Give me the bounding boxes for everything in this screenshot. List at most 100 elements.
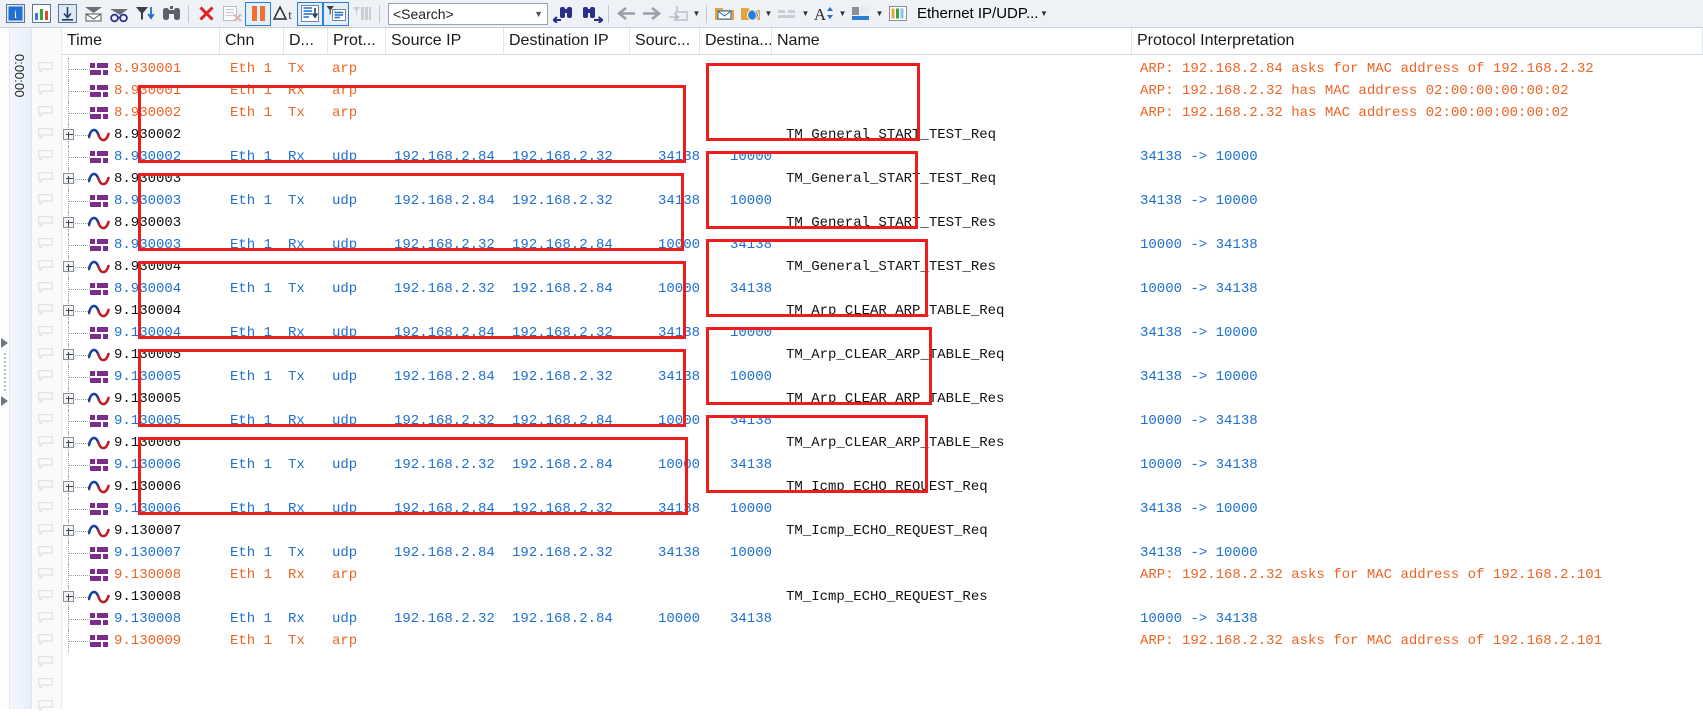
- scroll-to-end-icon[interactable]: [297, 1, 323, 26]
- table-row[interactable]: 9.130008 TM_Icmp_ECHO_REQUEST_Res: [62, 586, 1703, 608]
- table-row[interactable]: 8.930002 Eth 1 Tx arp ARP: 192.168.2.32 has …: [62, 102, 1703, 124]
- clear-list-icon[interactable]: [219, 2, 245, 26]
- column-header-chn[interactable]: Chn: [220, 28, 284, 54]
- comment-marker-gutter[interactable]: [32, 28, 62, 713]
- table-row[interactable]: 9.130006 Eth 1 Rx udp 192.168.2.84 192.168.2.…: [62, 498, 1703, 520]
- table-row[interactable]: 8.930002 TM_General_START_TEST_Req: [62, 124, 1703, 146]
- comment-marker-icon[interactable]: [37, 544, 54, 559]
- expand-plus-icon[interactable]: [63, 481, 74, 492]
- pause-icon[interactable]: [245, 1, 271, 26]
- column-header-dir[interactable]: D...: [284, 28, 328, 54]
- column-header-name[interactable]: Name: [772, 28, 1132, 54]
- expand-marker-bottom-icon[interactable]: [1, 396, 8, 406]
- comment-marker-icon[interactable]: [37, 60, 54, 75]
- table-row[interactable]: 9.130004 TM_Arp_CLEAR_ARP_TABLE_Req: [62, 300, 1703, 322]
- column-header-src_ip[interactable]: Source IP: [386, 28, 504, 54]
- comment-marker-icon[interactable]: [37, 148, 54, 163]
- comment-marker-icon[interactable]: [37, 610, 54, 625]
- column-header-interp[interactable]: Protocol Interpretation: [1132, 28, 1703, 54]
- row-height-icon[interactable]: [774, 2, 800, 26]
- find-next-icon[interactable]: [578, 2, 604, 26]
- glasses-icon[interactable]: [106, 2, 132, 26]
- table-row[interactable]: 9.130007 TM_Icmp_ECHO_REQUEST_Req: [62, 520, 1703, 542]
- row-height-caret-icon[interactable]: ▼: [800, 2, 811, 26]
- comment-marker-icon[interactable]: [37, 236, 54, 251]
- find-previous-icon[interactable]: [552, 2, 578, 26]
- goto-dropdown-caret-icon[interactable]: ▼: [691, 2, 702, 26]
- table-row[interactable]: 9.130007 Eth 1 Tx udp 192.168.2.84 192.168.2.…: [62, 542, 1703, 564]
- table-row[interactable]: 8.930004 Eth 1 Tx udp 192.168.2.32 192.168.2.…: [62, 278, 1703, 300]
- trace-grid[interactable]: 8.930001 Eth 1 Tx arp ARP: 192.168.2.84 asks…: [62, 55, 1703, 709]
- comment-marker-icon[interactable]: [37, 324, 54, 339]
- comment-marker-icon[interactable]: [37, 104, 54, 119]
- comment-marker-icon[interactable]: [37, 280, 54, 295]
- table-row[interactable]: 9.130006 TM_Icmp_ECHO_REQUEST_Req: [62, 476, 1703, 498]
- table-row[interactable]: 8.930003 TM_General_START_TEST_Res: [62, 212, 1703, 234]
- comment-marker-icon[interactable]: [37, 192, 54, 207]
- import-icon[interactable]: [54, 2, 80, 26]
- layout-caret-icon[interactable]: ▼: [874, 2, 885, 26]
- column-header-proto[interactable]: Prot...: [328, 28, 386, 54]
- comment-marker-icon[interactable]: [37, 170, 54, 185]
- expand-plus-icon[interactable]: [63, 173, 74, 184]
- table-row[interactable]: 9.130006 Eth 1 Tx udp 192.168.2.32 192.168.2.…: [62, 454, 1703, 476]
- comment-marker-icon[interactable]: [37, 214, 54, 229]
- table-row[interactable]: 8.930001 Eth 1 Rx arp ARP: 192.168.2.32 has …: [62, 80, 1703, 102]
- table-row[interactable]: 8.930003 TM_General_START_TEST_Req: [62, 168, 1703, 190]
- table-row[interactable]: 9.130005 Eth 1 Rx udp 192.168.2.32 192.168.2.…: [62, 410, 1703, 432]
- table-row[interactable]: 8.930001 Eth 1 Tx arp ARP: 192.168.2.84 asks…: [62, 58, 1703, 80]
- statistics-icon[interactable]: [28, 2, 54, 26]
- expand-plus-icon[interactable]: [63, 591, 74, 602]
- mail-filter-icon[interactable]: [80, 2, 106, 26]
- comment-marker-icon[interactable]: [37, 566, 54, 581]
- table-row[interactable]: 8.930003 Eth 1 Rx udp 192.168.2.32 192.168.2.…: [62, 234, 1703, 256]
- search-input[interactable]: <Search> ▼: [388, 2, 548, 25]
- comment-marker-icon[interactable]: [37, 346, 54, 361]
- save-folder-icon[interactable]: [737, 2, 763, 26]
- expand-marker-top-icon[interactable]: [1, 338, 8, 348]
- comment-marker-icon[interactable]: [37, 500, 54, 515]
- table-row[interactable]: 8.930004 TM_General_START_TEST_Res: [62, 256, 1703, 278]
- comment-marker-icon[interactable]: [37, 522, 54, 537]
- comment-marker-icon[interactable]: [37, 456, 54, 471]
- comment-marker-icon[interactable]: [37, 258, 54, 273]
- table-row[interactable]: 9.130005 TM_Arp_CLEAR_ARP_TABLE_Res: [62, 388, 1703, 410]
- comment-marker-icon[interactable]: [37, 82, 54, 97]
- remove-icon[interactable]: [193, 2, 219, 26]
- table-row[interactable]: 9.130008 Eth 1 Rx udp 192.168.2.32 192.168.2.…: [62, 608, 1703, 630]
- columns-icon[interactable]: [349, 2, 375, 26]
- filter-down-icon[interactable]: [132, 2, 158, 26]
- table-row[interactable]: 9.130009 Eth 1 Tx arp ARP: 192.168.2.32 asks…: [62, 630, 1703, 652]
- comment-marker-icon[interactable]: [37, 676, 54, 691]
- table-row[interactable]: 9.130004 Eth 1 Rx udp 192.168.2.84 192.168.2.…: [62, 322, 1703, 344]
- expand-plus-icon[interactable]: [63, 261, 74, 272]
- expand-plus-icon[interactable]: [63, 437, 74, 448]
- expand-plus-icon[interactable]: [63, 305, 74, 316]
- measurement-setup-icon[interactable]: i: [2, 2, 28, 26]
- comment-marker-icon[interactable]: [37, 588, 54, 603]
- table-row[interactable]: 8.930003 Eth 1 Tx udp 192.168.2.84 192.168.2.…: [62, 190, 1703, 212]
- filter-config-icon[interactable]: [323, 1, 349, 26]
- column-header-src_port[interactable]: Sourc...: [630, 28, 700, 54]
- table-row[interactable]: 8.930002 Eth 1 Rx udp 192.168.2.84 192.168.2.…: [62, 146, 1703, 168]
- table-row[interactable]: 9.130005 Eth 1 Tx udp 192.168.2.84 192.168.2.…: [62, 366, 1703, 388]
- expand-plus-icon[interactable]: [63, 217, 74, 228]
- expand-plus-icon[interactable]: [63, 349, 74, 360]
- expand-plus-icon[interactable]: [63, 525, 74, 536]
- protocol-columns-icon[interactable]: [885, 2, 911, 26]
- comment-marker-icon[interactable]: [37, 368, 54, 383]
- comment-marker-icon[interactable]: [37, 632, 54, 647]
- goto-icon[interactable]: [665, 2, 691, 26]
- column-header-time[interactable]: Time: [62, 28, 220, 54]
- comment-marker-icon[interactable]: [37, 654, 54, 669]
- chevron-down-icon[interactable]: ▼: [534, 9, 543, 19]
- table-row[interactable]: 9.130005 TM_Arp_CLEAR_ARP_TABLE_Req: [62, 344, 1703, 366]
- delta-time-icon[interactable]: t: [271, 2, 297, 26]
- forward-icon[interactable]: [639, 2, 665, 26]
- column-header-dst_ip[interactable]: Destination IP: [504, 28, 630, 54]
- expand-plus-icon[interactable]: [63, 393, 74, 404]
- comment-marker-icon[interactable]: [37, 698, 54, 713]
- layout-icon[interactable]: [848, 2, 874, 26]
- comment-marker-icon[interactable]: [37, 302, 54, 317]
- open-folder-icon[interactable]: [711, 2, 737, 26]
